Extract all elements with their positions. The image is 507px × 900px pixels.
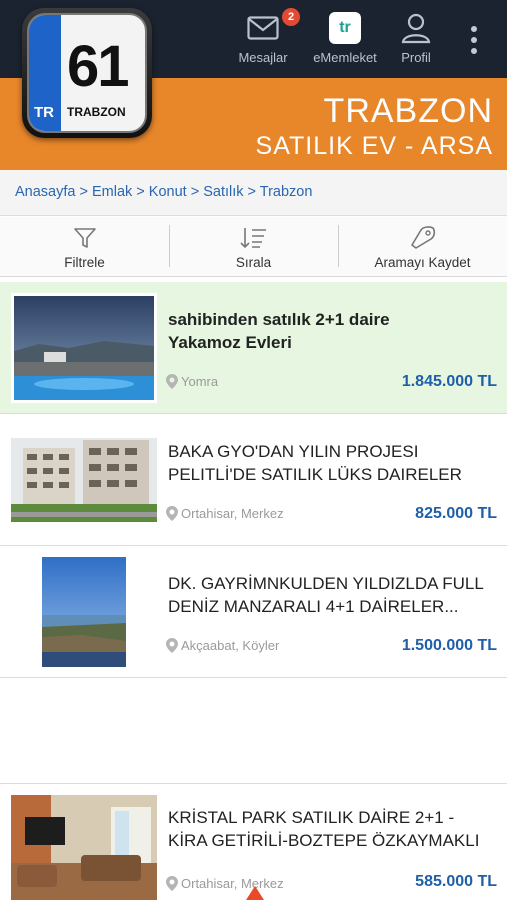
listing-photo: [11, 438, 157, 522]
sort-icon: [239, 228, 266, 249]
scroll-up-indicator-icon[interactable]: [246, 886, 264, 900]
filter-label: Filtrele: [64, 255, 105, 270]
listing-location: Yomra: [166, 374, 218, 389]
tag-icon: [410, 226, 435, 249]
listing-title: KRİSTAL PARK SATILIK DAİRE 2+1 - KİRA GE…: [168, 808, 480, 850]
logo-plate-number: 61: [67, 34, 129, 99]
breadcrumb[interactable]: Anasayfa > Emlak > Konut > Satılık > Tra…: [0, 170, 507, 216]
messages-badge: 2: [282, 8, 300, 26]
listing-photo: [11, 293, 157, 403]
listing-location: Akçaabat, Köyler: [166, 638, 279, 653]
listing-price: 585.000 TL: [415, 873, 497, 890]
sort-label: Sırala: [235, 255, 272, 270]
more-menu-icon[interactable]: [471, 26, 479, 59]
listing-title: BAKA GYO'DAN YILIN PROJESI PELITLİ'DE SA…: [168, 442, 462, 484]
mail-icon: [247, 16, 279, 40]
listing-price: 825.000 TL: [415, 505, 497, 522]
empty-row: [0, 678, 507, 784]
filter-button[interactable]: Filtrele: [0, 217, 169, 276]
save-search-label: Aramayı Kaydet: [374, 255, 471, 270]
sort-button[interactable]: Sırala: [169, 217, 338, 276]
listing-toolbar: Filtrele Sırala Aramayı Kaydet: [0, 217, 507, 277]
location-pin-icon: [166, 876, 178, 891]
listing-photo: [11, 795, 157, 900]
city-title: TRABZON: [323, 92, 493, 130]
listing-location: Ortahisar, Merkez: [166, 506, 284, 521]
listing-item[interactable]: DK. GAYRİMNKULDEN YILDIZLDA FULL DENİZ M…: [0, 546, 507, 678]
listing-price: 1.500.000 TL: [401, 637, 497, 654]
listing-price: 1.845.000 TL: [401, 373, 497, 390]
filter-icon: [73, 228, 96, 248]
listing-item[interactable]: sahibinden satılık 2+1 daire Yakamoz Evl…: [0, 282, 507, 414]
user-icon: [401, 13, 431, 44]
ememleket-label: eMemleket: [313, 50, 377, 65]
messages-button[interactable]: 2 Mesajlar: [232, 8, 300, 65]
location-pin-icon: [166, 374, 178, 389]
app-logo[interactable]: TR 61 TRABZON: [22, 8, 152, 138]
logo-city-name: TRABZON: [67, 105, 126, 119]
listing-item[interactable]: BAKA GYO'DAN YILIN PROJESI PELITLİ'DE SA…: [0, 414, 507, 546]
location-pin-icon: [166, 638, 178, 653]
ememleket-button[interactable]: tr eMemleket: [308, 12, 382, 65]
listing-item[interactable]: KRİSTAL PARK SATILIK DAİRE 2+1 - KİRA GE…: [0, 784, 507, 900]
listing-location: Ortahisar, Merkez: [166, 876, 284, 891]
listing-title: sahibinden satılık 2+1 daire Yakamoz Evl…: [168, 310, 390, 352]
ememleket-icon: tr: [329, 12, 361, 44]
listing-title: DK. GAYRİMNKULDEN YILDIZLDA FULL DENİZ M…: [168, 574, 484, 616]
city-subtitle: SATILIK EV - ARSA: [255, 132, 493, 160]
logo-country-code: TR: [34, 104, 54, 121]
listing-photo: [42, 557, 126, 667]
messages-label: Mesajlar: [238, 50, 288, 65]
location-pin-icon: [166, 506, 178, 521]
profile-label: Profil: [401, 50, 431, 65]
profile-button[interactable]: Profil: [392, 12, 440, 65]
save-search-button[interactable]: Aramayı Kaydet: [338, 217, 507, 276]
